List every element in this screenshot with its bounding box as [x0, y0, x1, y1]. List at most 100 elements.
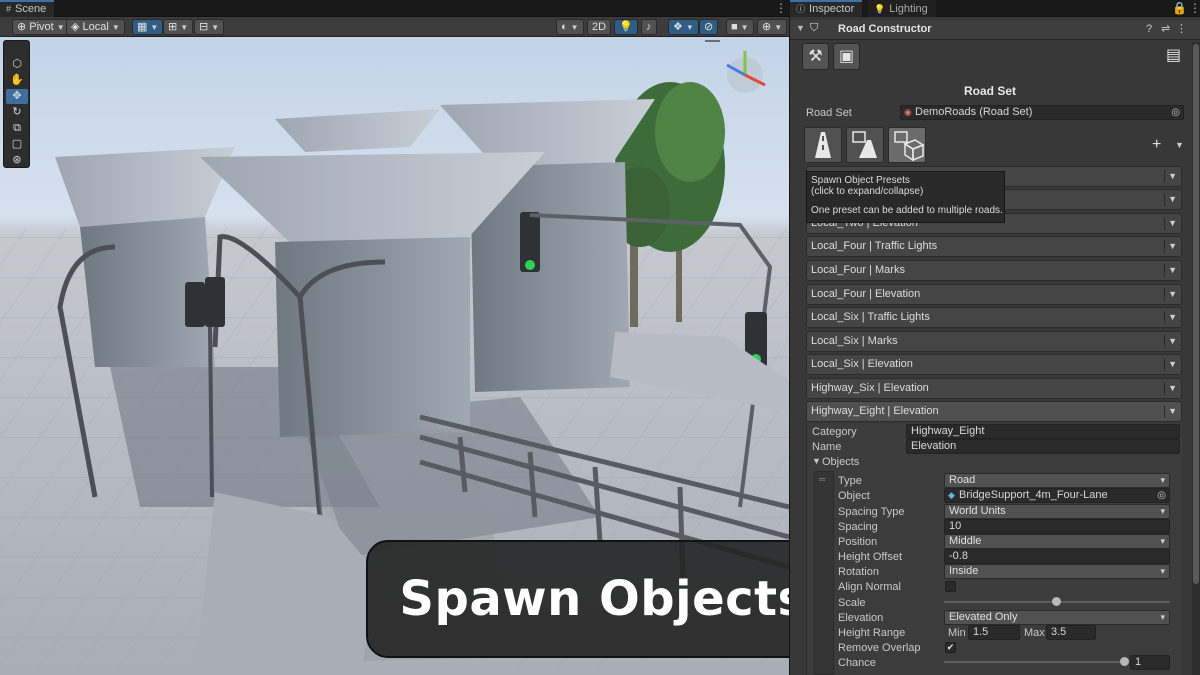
grid-snap-button[interactable]: ▦ ▼ [132, 19, 164, 35]
orientation-gizmo[interactable] [705, 40, 766, 93]
inspector-tabbar: ⓘ Inspector 💡 Lighting 🔒 ⋮ [790, 0, 1200, 17]
road-set-label: Road Set [806, 107, 852, 119]
object-drag-handle[interactable]: ═ [814, 471, 834, 675]
preset-row[interactable]: Local_Six | Traffic Lights ▼ [806, 307, 1182, 328]
chevron-down-icon: ▼ [1168, 406, 1177, 416]
component-header[interactable]: ▼ ⛉ Road Constructor ? ⇌ ⋮ [790, 20, 1200, 40]
preset-row[interactable]: Highway_Six | Elevation ▼ [806, 378, 1182, 399]
spacing-type-dropdown[interactable]: World Units [944, 504, 1170, 519]
tab-inspector[interactable]: ⓘ Inspector [790, 0, 863, 17]
scene-toolbar: ⊕ Pivot ▼ ◈ Local ▼ ▦ ▼ ⊞ ▼ ⊟ ▼ ◐ ▼ 2D 💡 ♪ ❖ ▼ … [0, 17, 789, 37]
draw-mode-dropdown[interactable]: ◐ ▼ [556, 19, 584, 35]
align-normal-checkbox[interactable] [945, 581, 956, 592]
chance-slider-handle[interactable] [1120, 657, 1129, 666]
rect-tool[interactable]: ▢ [6, 137, 28, 152]
lock-icon[interactable]: 🔒 [1172, 1, 1187, 15]
road-set-field[interactable]: ◉ DemoRoads (Road Set) ◎ [900, 105, 1184, 120]
road-list-icon [852, 131, 877, 158]
local-dropdown[interactable]: ◈ Local ▼ [66, 19, 125, 35]
chevron-down-icon: ▼ [1168, 171, 1177, 181]
elevation-label: Elevation [838, 612, 884, 624]
settings-icon[interactable]: ⇌ [1161, 22, 1170, 35]
mode-2d-button[interactable]: 2D [587, 19, 612, 35]
scale-icon: ⧉ [13, 122, 21, 134]
audio-toggle[interactable]: ♪ [641, 19, 657, 35]
effects-dropdown[interactable]: ❖ ▼ [668, 19, 699, 35]
hidden-objects-toggle[interactable]: ⊘ [699, 19, 719, 35]
pivot-icon: ⊕ [17, 21, 30, 33]
rotation-dropdown[interactable]: Inside [944, 564, 1170, 579]
tools-button[interactable]: ⚒ [802, 43, 829, 70]
lighting-toggle[interactable]: 💡 [614, 19, 638, 35]
preset-row[interactable]: Local_Four | Traffic Lights ▼ [806, 236, 1182, 257]
lightbulb-icon: 💡 [874, 4, 886, 14]
inspector-panel: ⓘ Inspector 💡 Lighting 🔒 ⋮ ▼ ⛉ Road Cons… [789, 0, 1200, 675]
tab-road-presets[interactable] [846, 127, 884, 163]
docs-button[interactable]: ▤ [1160, 43, 1187, 70]
min-field[interactable]: 1.5 [968, 625, 1020, 640]
foldout-arrow-icon[interactable]: ▼ [796, 23, 805, 33]
position-dropdown[interactable]: Middle [944, 534, 1170, 549]
scene-more-icon[interactable]: ⋮ [775, 1, 787, 15]
scale-slider-handle[interactable] [1052, 597, 1061, 606]
preset-row-label: Local_Six | Traffic Lights [811, 311, 930, 323]
preset-row[interactable]: Local_Six | Elevation ▼ [806, 354, 1182, 375]
add-preset-button[interactable]: + [1152, 136, 1161, 154]
scene-panel: # Scene ⋮ ⊕ Pivot ▼ ◈ Local ▼ ▦ ▼ ⊞ ▼ ⊟ ▼ ◐ ▼ … [0, 0, 840, 675]
tab-scene[interactable]: # Scene [0, 0, 55, 17]
scale-tool[interactable]: ⧉ [6, 121, 28, 136]
tab-spawn-objects[interactable] [888, 127, 926, 163]
chevron-down-icon: ▼ [1168, 194, 1177, 204]
preset-row[interactable]: Local_Six | Marks ▼ [806, 331, 1182, 352]
category-field[interactable]: Highway_Eight [906, 424, 1180, 439]
type-dropdown[interactable]: Road [944, 473, 1170, 488]
shading-icon: ◐ [561, 21, 568, 33]
transform-tool[interactable]: ⊛ [6, 153, 28, 168]
toolbox-button[interactable]: ▣ [833, 43, 860, 70]
preset-row-expanded[interactable]: Highway_Eight | Elevation ▼ [806, 401, 1182, 422]
tab-lighting[interactable]: 💡 Lighting [868, 0, 936, 17]
camera-dropdown[interactable]: ■ ▼ [726, 19, 754, 35]
scrollbar-thumb[interactable] [1193, 44, 1199, 584]
align-icon: ⊟ [199, 21, 209, 33]
preset-row-label: Local_Four | Elevation [811, 288, 921, 300]
tab-roads[interactable] [804, 127, 842, 163]
inspector-more-icon[interactable]: ⋮ [1189, 1, 1200, 15]
object-field[interactable]: ◆ BridgeSupport_4m_Four-Lane ◎ [944, 488, 1170, 503]
hand-tool[interactable]: ✋ [6, 73, 28, 88]
spacing-label: Spacing [838, 521, 878, 533]
drag-handle-icon: ═ [819, 474, 826, 484]
name-field[interactable]: Elevation [906, 439, 1180, 454]
spacing-field[interactable]: 10 [944, 519, 1170, 534]
max-label: Max [1024, 627, 1045, 639]
gizmos-dropdown[interactable]: ⊕ ▼ [757, 19, 788, 35]
tooltip: Spawn Object Presets (click to expand/co… [806, 171, 1005, 223]
move-tool[interactable]: ✥ [6, 89, 28, 104]
chance-label: Chance [838, 657, 876, 669]
pivot-dropdown[interactable]: ⊕ Pivot ▼ [12, 19, 70, 35]
object-picker-icon[interactable]: ◎ [1171, 106, 1180, 119]
chance-field[interactable]: 1 [1130, 655, 1170, 670]
height-offset-field[interactable]: -0.8 [944, 549, 1170, 564]
view-tool-cube[interactable]: ⬡ [6, 57, 28, 72]
preset-row[interactable]: Local_Four | Elevation ▼ [806, 284, 1182, 305]
component-more-icon[interactable]: ⋮ [1176, 22, 1187, 35]
remove-overlap-checkbox[interactable]: ✔ [945, 642, 956, 653]
align-button[interactable]: ⊟ ▼ [194, 19, 225, 35]
add-preset-dropdown-icon[interactable]: ▼ [1175, 140, 1184, 150]
rotate-tool[interactable]: ↻ [6, 105, 28, 120]
spawn-cube-icon [894, 131, 925, 162]
help-icon[interactable]: ? [1146, 23, 1152, 35]
increment-snap-button[interactable]: ⊞ ▼ [163, 19, 194, 35]
objects-foldout-icon[interactable]: ▼ [812, 456, 821, 466]
elevation-dropdown[interactable]: Elevated Only [944, 610, 1170, 625]
object-picker-icon[interactable]: ◎ [1157, 489, 1166, 502]
info-icon: ⓘ [796, 4, 806, 14]
max-field[interactable]: 3.5 [1046, 625, 1096, 640]
preset-row[interactable]: Local_Four | Marks ▼ [806, 260, 1182, 281]
inspector-scrollbar[interactable] [1192, 42, 1200, 675]
road-icon: ⛉ [810, 22, 819, 34]
preset-row-label: Highway_Six | Elevation [811, 382, 929, 394]
section-title: Road Set [963, 84, 1016, 98]
move-icon: ✥ [12, 90, 22, 102]
